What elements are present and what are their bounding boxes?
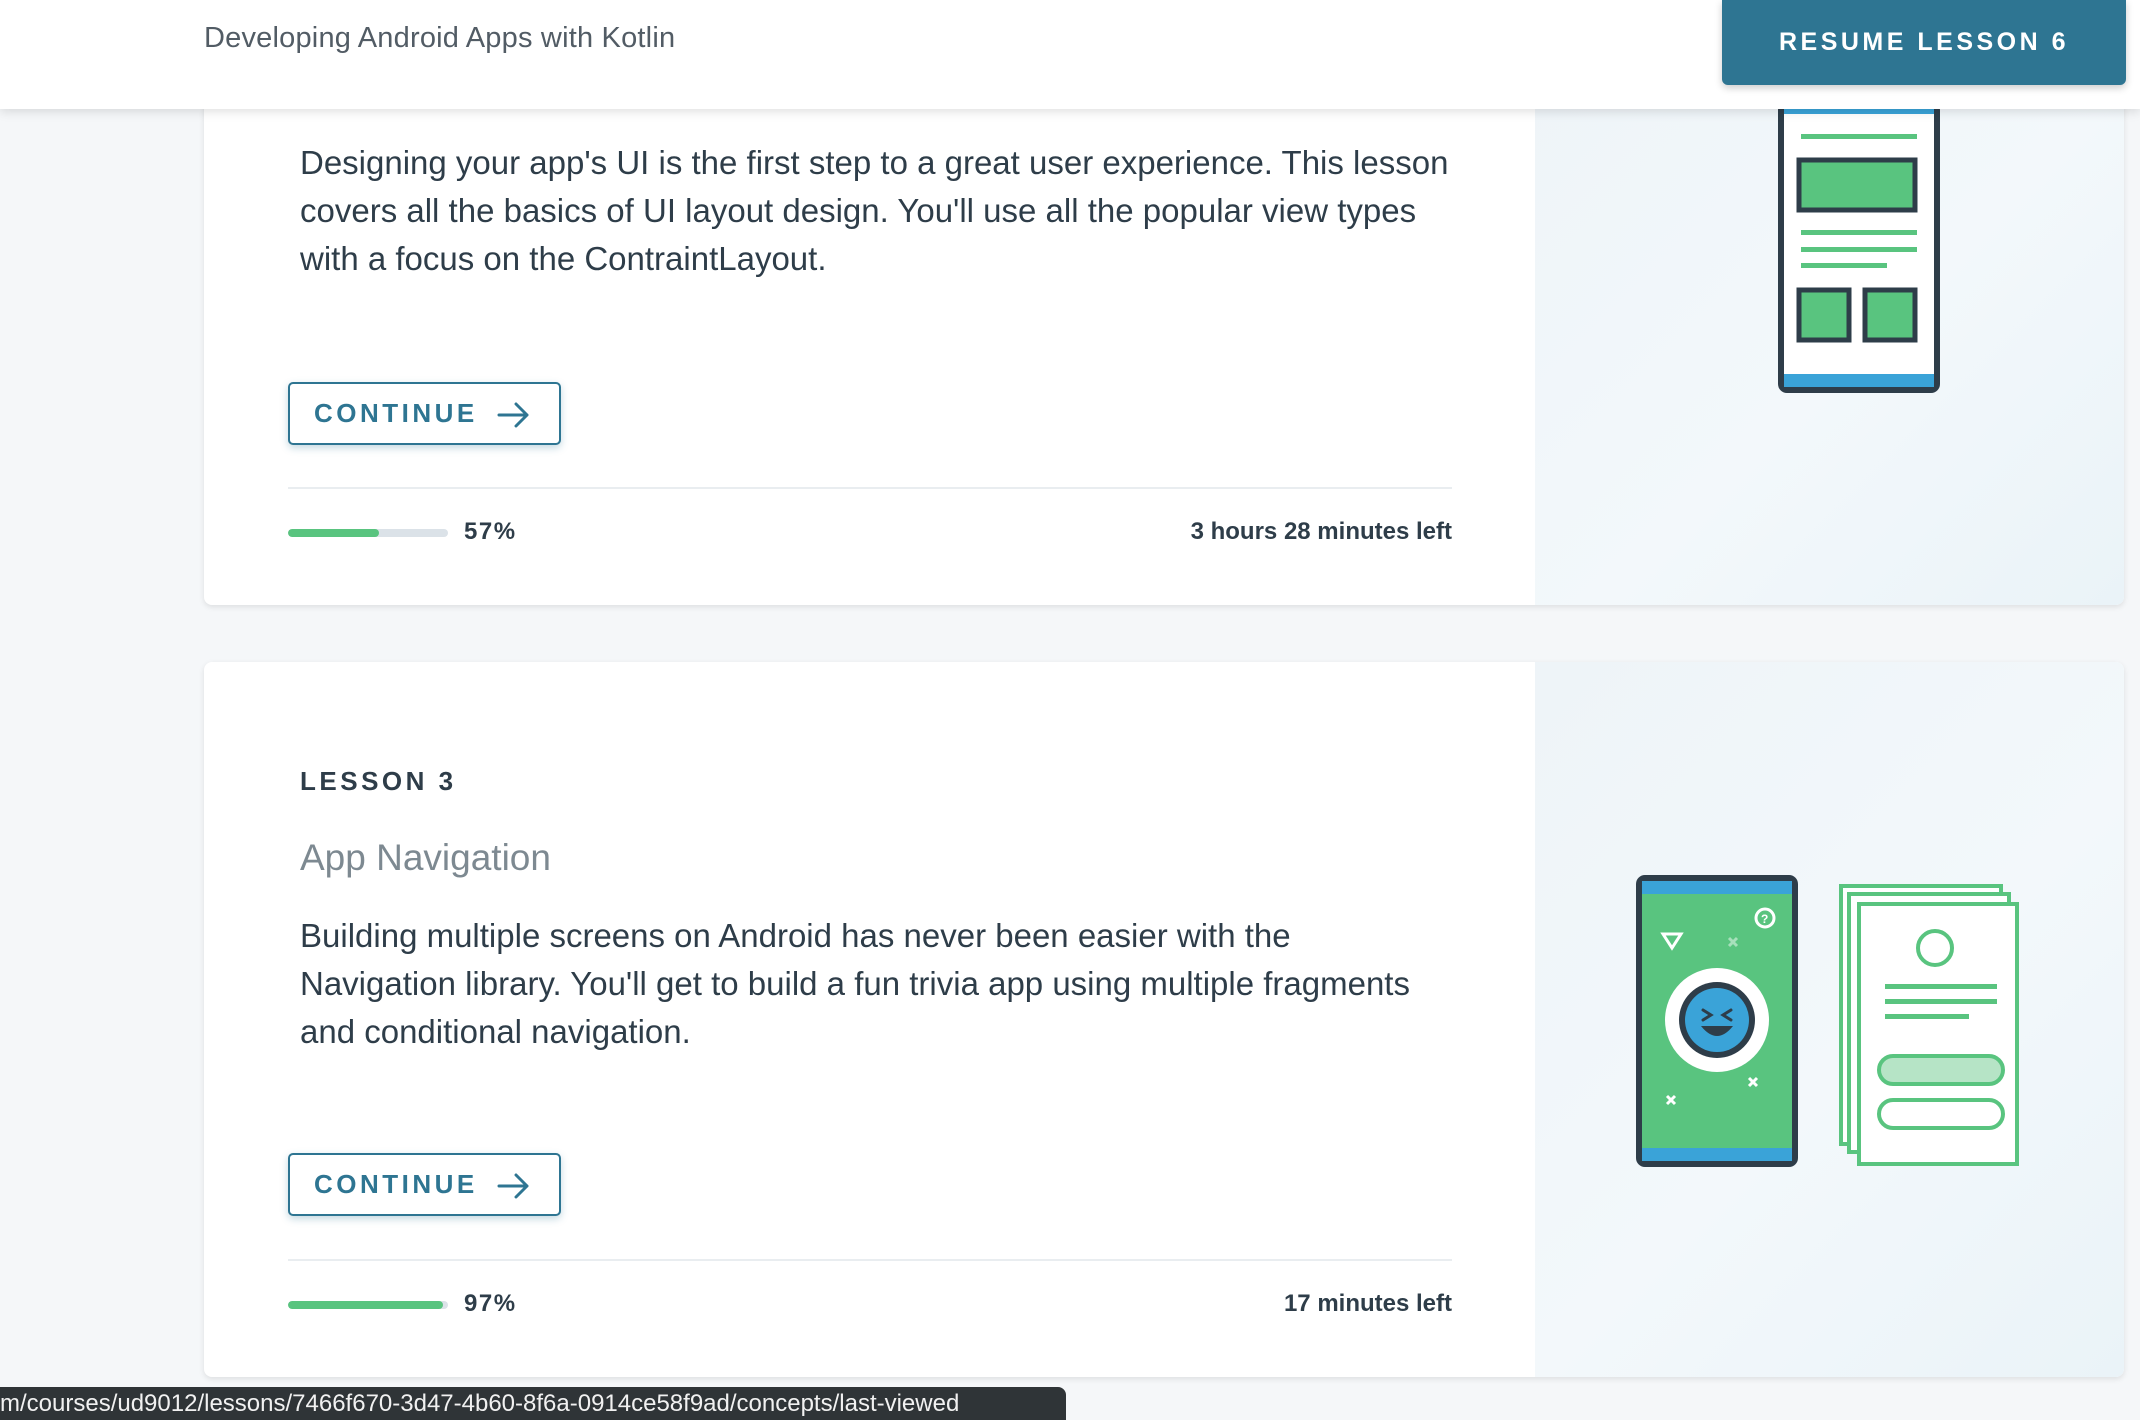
page: Designing your app's UI is the first ste… <box>0 0 2140 1420</box>
phone-navigation-icon: ? <box>1636 875 2019 1167</box>
progress-bar-lesson-3 <box>288 1301 448 1309</box>
progress-bar-lesson-2 <box>288 529 448 537</box>
lesson-3-label: LESSON 3 <box>300 766 457 796</box>
phone-layout-icon <box>1778 100 1940 393</box>
progress-fill <box>288 1301 444 1309</box>
lesson-card-2: Designing your app's UI is the first ste… <box>204 40 2124 605</box>
time-left: 3 hours 28 minutes left <box>1190 518 1452 545</box>
svg-text:?: ? <box>1761 912 1768 926</box>
lesson-2-description: Designing your app's UI is the first ste… <box>300 144 1449 277</box>
continue-label: CONTINUE <box>314 398 478 428</box>
card-divider <box>288 487 1452 489</box>
continue-button-lesson-2[interactable]: CONTINUE <box>288 382 561 445</box>
progress-percent: 97% <box>464 1290 517 1317</box>
course-title: Developing Android Apps with Kotlin <box>204 22 676 54</box>
lesson-3-description: Building multiple screens on Android has… <box>300 917 1410 1050</box>
lesson-2-illustration-panel <box>1535 40 2124 605</box>
arrow-right-icon <box>497 1173 529 1199</box>
time-left: 17 minutes left <box>1283 1290 1452 1317</box>
continue-button-lesson-3[interactable]: CONTINUE <box>288 1153 561 1216</box>
lesson-card-3: LESSON 3 App Navigation Building multipl… <box>204 662 2124 1377</box>
card-divider <box>288 1259 1452 1261</box>
progress-percent: 57% <box>464 518 517 545</box>
arrow-right-icon <box>497 402 529 428</box>
continue-label: CONTINUE <box>314 1169 478 1199</box>
progress-fill <box>288 529 380 537</box>
lesson-3-illustration-panel: ? <box>1535 662 2124 1377</box>
course-header: Developing Android Apps with Kotlin RESU… <box>0 0 2140 109</box>
status-bar-url: m/courses/ud9012/lessons/7466f670-3d47-4… <box>0 1387 1066 1420</box>
resume-lesson-button[interactable]: RESUME LESSON 6 <box>1722 0 2126 85</box>
lesson-3-title: App Navigation <box>300 837 551 878</box>
